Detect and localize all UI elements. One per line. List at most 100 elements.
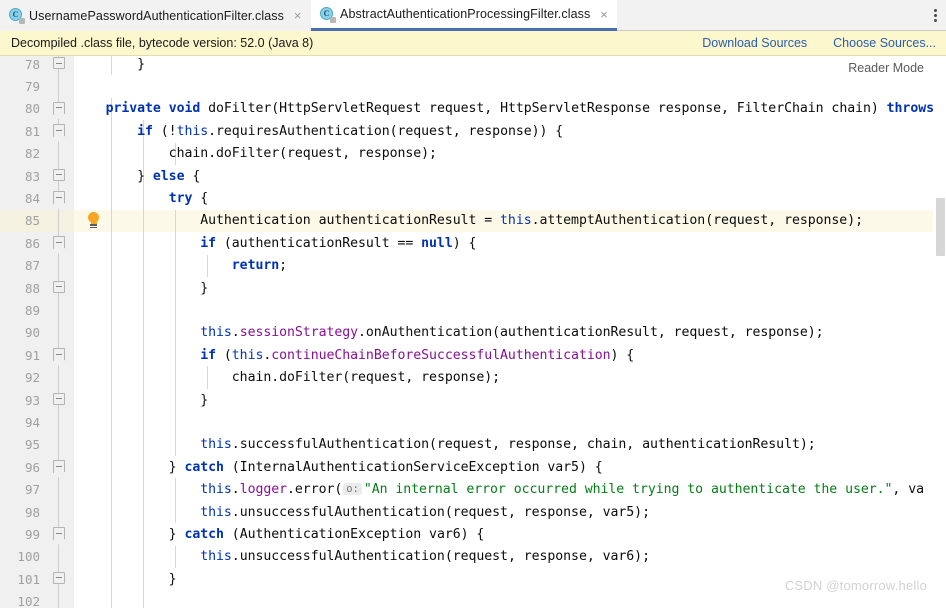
code-text[interactable]: chain.doFilter(request, response); [74, 143, 946, 165]
code-line[interactable]: 97 this.logger.error(o: "An internal erro… [0, 478, 946, 501]
tab-overflow-menu-button[interactable] [924, 0, 946, 30]
code-text[interactable] [74, 75, 946, 97]
code-text[interactable]: } catch (AuthenticationException var6) { [74, 523, 946, 545]
fold-toggle-icon[interactable] [52, 124, 65, 138]
fold-column[interactable] [46, 187, 74, 210]
fold-column[interactable] [46, 321, 74, 345]
code-line[interactable]: 79 [0, 75, 946, 98]
fold-column[interactable] [46, 523, 74, 546]
code-line[interactable]: 82 chain.doFilter(request, response); [0, 142, 946, 165]
fold-toggle-icon[interactable] [52, 236, 65, 250]
intention-bulb-icon[interactable] [86, 211, 101, 230]
fold-toggle-icon[interactable] [52, 191, 65, 205]
code-text[interactable]: this.sessionStrategy.onAuthentication(au… [74, 322, 946, 344]
fold-column[interactable] [46, 299, 74, 322]
editor-tab-0[interactable]: C UsernamePasswordAuthenticationFilter.c… [0, 0, 312, 31]
editor-tab-0-label: UsernamePasswordAuthenticationFilter.cla… [29, 8, 285, 23]
fold-column[interactable] [46, 590, 74, 608]
fold-column[interactable] [46, 120, 74, 143]
fold-column[interactable] [46, 97, 74, 121]
code-line[interactable]: 94 [0, 411, 946, 434]
editor-vertical-scrollbar[interactable] [933, 56, 946, 608]
fold-column[interactable] [46, 388, 74, 412]
fold-column[interactable] [46, 164, 74, 188]
code-editor[interactable]: 78 } 79 80 private void doFilter(HttpServl… [0, 56, 946, 608]
code-text[interactable]: } [74, 389, 946, 411]
fold-column[interactable] [46, 254, 74, 277]
code-line[interactable]: 95 this.successfulAuthentication(request… [0, 433, 946, 457]
code-line[interactable]: 96 } catch (InternalAuthenticationServic… [0, 456, 946, 479]
code-line[interactable]: 93 } [0, 388, 946, 412]
fold-column[interactable] [46, 567, 74, 591]
code-line[interactable]: 92 chain.doFilter(request, response); [0, 366, 946, 389]
code-text[interactable]: Authentication authenticationResult = th… [74, 210, 946, 232]
code-line[interactable]: 80 private void doFilter(HttpServletRequ… [0, 97, 946, 121]
code-text[interactable]: if (this.continueChainBeforeSuccessfulAu… [74, 344, 946, 366]
fold-column[interactable] [46, 56, 74, 76]
code-text[interactable]: if (authenticationResult == null) { [74, 232, 946, 254]
code-text[interactable]: } else { [74, 165, 946, 187]
fold-toggle-icon[interactable] [52, 527, 65, 541]
fold-column[interactable] [46, 232, 74, 255]
fold-toggle-icon[interactable] [52, 571, 65, 584]
fold-guide-line [58, 500, 59, 524]
code-text[interactable]: this.successfulAuthentication(request, r… [74, 434, 946, 456]
code-text[interactable]: this.logger.error(o: "An internal error o… [74, 478, 946, 500]
fold-column[interactable] [46, 545, 74, 568]
code-line[interactable]: 99 } catch (AuthenticationException var6… [0, 523, 946, 546]
code-line[interactable]: 83 } else { [0, 164, 946, 188]
fold-column[interactable] [46, 75, 74, 98]
code-text[interactable]: chain.doFilter(request, response); [74, 366, 946, 388]
code-line[interactable]: 85 Authentication authenticationResult =… [0, 209, 946, 233]
fold-column[interactable] [46, 276, 74, 300]
code-line[interactable]: 87 return; [0, 254, 946, 277]
fold-column[interactable] [46, 344, 74, 367]
code-text[interactable]: this.unsuccessfulAuthentication(request,… [74, 501, 946, 523]
fold-toggle-icon[interactable] [52, 280, 65, 293]
code-line[interactable]: 81 if (!this.requiresAuthentication(requ… [0, 120, 946, 143]
download-sources-link[interactable]: Download Sources [702, 36, 807, 50]
fold-column[interactable] [46, 209, 74, 233]
code-line[interactable]: 102 [0, 590, 946, 608]
code-line[interactable]: 100 this.unsuccessfulAuthentication(requ… [0, 545, 946, 568]
code-text[interactable]: } [74, 56, 946, 75]
editor-tab-1-close-icon[interactable]: × [598, 8, 609, 21]
scrollbar-thumb[interactable] [936, 198, 945, 256]
code-text[interactable]: if (!this.requiresAuthentication(request… [74, 120, 946, 142]
fold-toggle-icon[interactable] [52, 101, 65, 115]
code-text[interactable]: this.unsuccessfulAuthentication(request,… [74, 546, 946, 568]
code-line[interactable]: 88 } [0, 276, 946, 300]
code-text[interactable]: private void doFilter(HttpServletRequest… [74, 98, 946, 120]
fold-column[interactable] [46, 411, 74, 434]
code-text[interactable] [74, 299, 946, 321]
code-text[interactable]: return; [74, 255, 946, 277]
code-text[interactable] [74, 590, 946, 608]
fold-column[interactable] [46, 142, 74, 165]
fold-column[interactable] [46, 366, 74, 389]
fold-toggle-icon[interactable] [52, 348, 65, 362]
code-text[interactable]: try { [74, 187, 946, 209]
fold-column[interactable] [46, 456, 74, 479]
fold-column[interactable] [46, 478, 74, 501]
code-line[interactable]: 90 this.sessionStrategy.onAuthentication… [0, 321, 946, 345]
fold-column[interactable] [46, 500, 74, 524]
fold-toggle-icon[interactable] [52, 460, 65, 474]
code-text[interactable]: } [74, 277, 946, 299]
code-text[interactable] [74, 411, 946, 433]
code-line[interactable]: 84 try { [0, 187, 946, 210]
fold-column[interactable] [46, 433, 74, 457]
code-line[interactable]: 89 [0, 299, 946, 322]
editor-tab-0-close-icon[interactable]: × [292, 9, 303, 22]
code-text[interactable]: } catch (InternalAuthenticationServiceEx… [74, 456, 946, 478]
editor-tab-1[interactable]: C AbstractAuthenticationProcessingFilter… [311, 0, 618, 31]
fold-toggle-icon[interactable] [52, 57, 65, 69]
line-number: 90 [24, 325, 40, 341]
choose-sources-link[interactable]: Choose Sources... [833, 36, 936, 50]
fold-toggle-icon[interactable] [52, 168, 65, 181]
reader-mode-label[interactable]: Reader Mode [848, 61, 936, 75]
code-line[interactable]: 86 if (authenticationResult == null) { [0, 232, 946, 255]
fold-toggle-icon[interactable] [52, 392, 65, 405]
code-line[interactable]: 98 this.unsuccessfulAuthentication(reque… [0, 500, 946, 524]
code-line[interactable]: 78 } [0, 56, 946, 76]
code-line[interactable]: 91 if (this.continueChainBeforeSuccessfu… [0, 344, 946, 367]
